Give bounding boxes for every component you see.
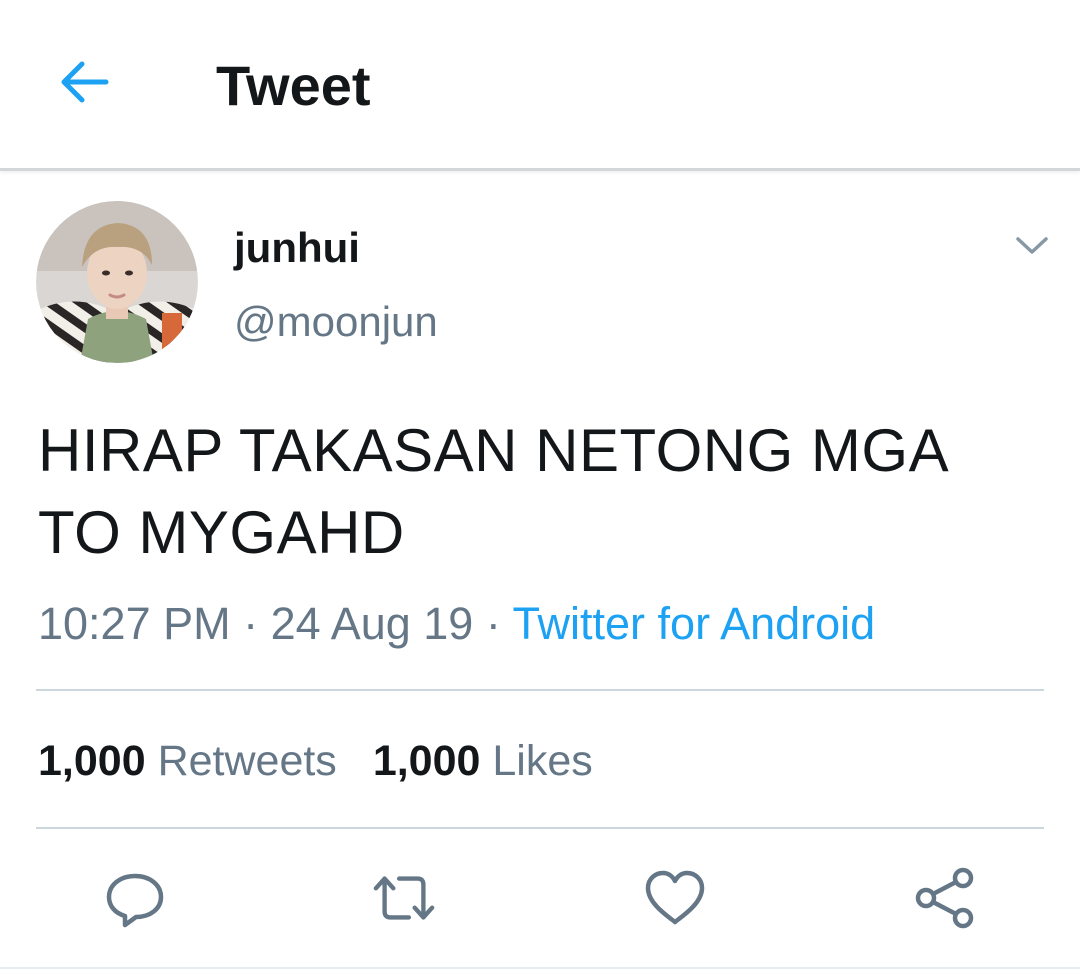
likes-stat[interactable]: 1,000 Likes bbox=[373, 734, 593, 788]
retweet-icon bbox=[373, 876, 435, 920]
divider bbox=[0, 967, 1080, 969]
back-button[interactable] bbox=[52, 50, 116, 114]
author-handle[interactable]: @moonjun bbox=[234, 296, 438, 348]
tweet-stats: 1,000 Retweets 1,000 Likes bbox=[38, 734, 593, 788]
reply-button[interactable] bbox=[103, 866, 167, 930]
likes-label: Likes bbox=[492, 737, 593, 785]
likes-count: 1,000 bbox=[372, 737, 481, 785]
meta-separator: · bbox=[230, 598, 271, 649]
like-icon bbox=[645, 870, 705, 925]
tweet-source-link[interactable]: Twitter for Android bbox=[513, 598, 876, 649]
divider bbox=[36, 827, 1044, 829]
retweets-count: 1,000 bbox=[38, 737, 146, 785]
author-name[interactable]: junhui bbox=[234, 222, 360, 274]
reply-icon bbox=[106, 873, 164, 928]
tweet-text-line: HIRAP TAKASAN NETONG MGA bbox=[38, 417, 950, 484]
like-button[interactable] bbox=[643, 866, 707, 930]
retweets-label: Retweets bbox=[157, 737, 337, 785]
arrow-left-icon bbox=[61, 61, 109, 103]
chevron-down-icon bbox=[1016, 237, 1048, 254]
retweet-button[interactable] bbox=[372, 866, 436, 930]
tweet-options-button[interactable] bbox=[1008, 226, 1056, 266]
tweet-date: 24 Aug 19 bbox=[270, 598, 474, 649]
top-app-bar: Tweet bbox=[0, 0, 1080, 171]
tweet-text: HIRAP TAKASAN NETONG MGA TO MYGAHD bbox=[38, 410, 1048, 574]
tweet-text-line: TO MYGAHD bbox=[38, 499, 405, 566]
meta-separator: · bbox=[473, 598, 513, 649]
share-icon bbox=[915, 867, 974, 929]
avatar[interactable] bbox=[36, 201, 198, 363]
retweets-stat[interactable]: 1,000 Retweets bbox=[38, 734, 337, 788]
tweet-meta: 10:27 PM · 24 Aug 19 · Twitter for Andro… bbox=[38, 597, 875, 651]
share-button[interactable] bbox=[913, 866, 977, 930]
divider bbox=[36, 689, 1044, 691]
page-title: Tweet bbox=[216, 54, 371, 117]
tweet-time: 10:27 PM bbox=[38, 598, 231, 649]
avatar-photo bbox=[36, 201, 198, 363]
